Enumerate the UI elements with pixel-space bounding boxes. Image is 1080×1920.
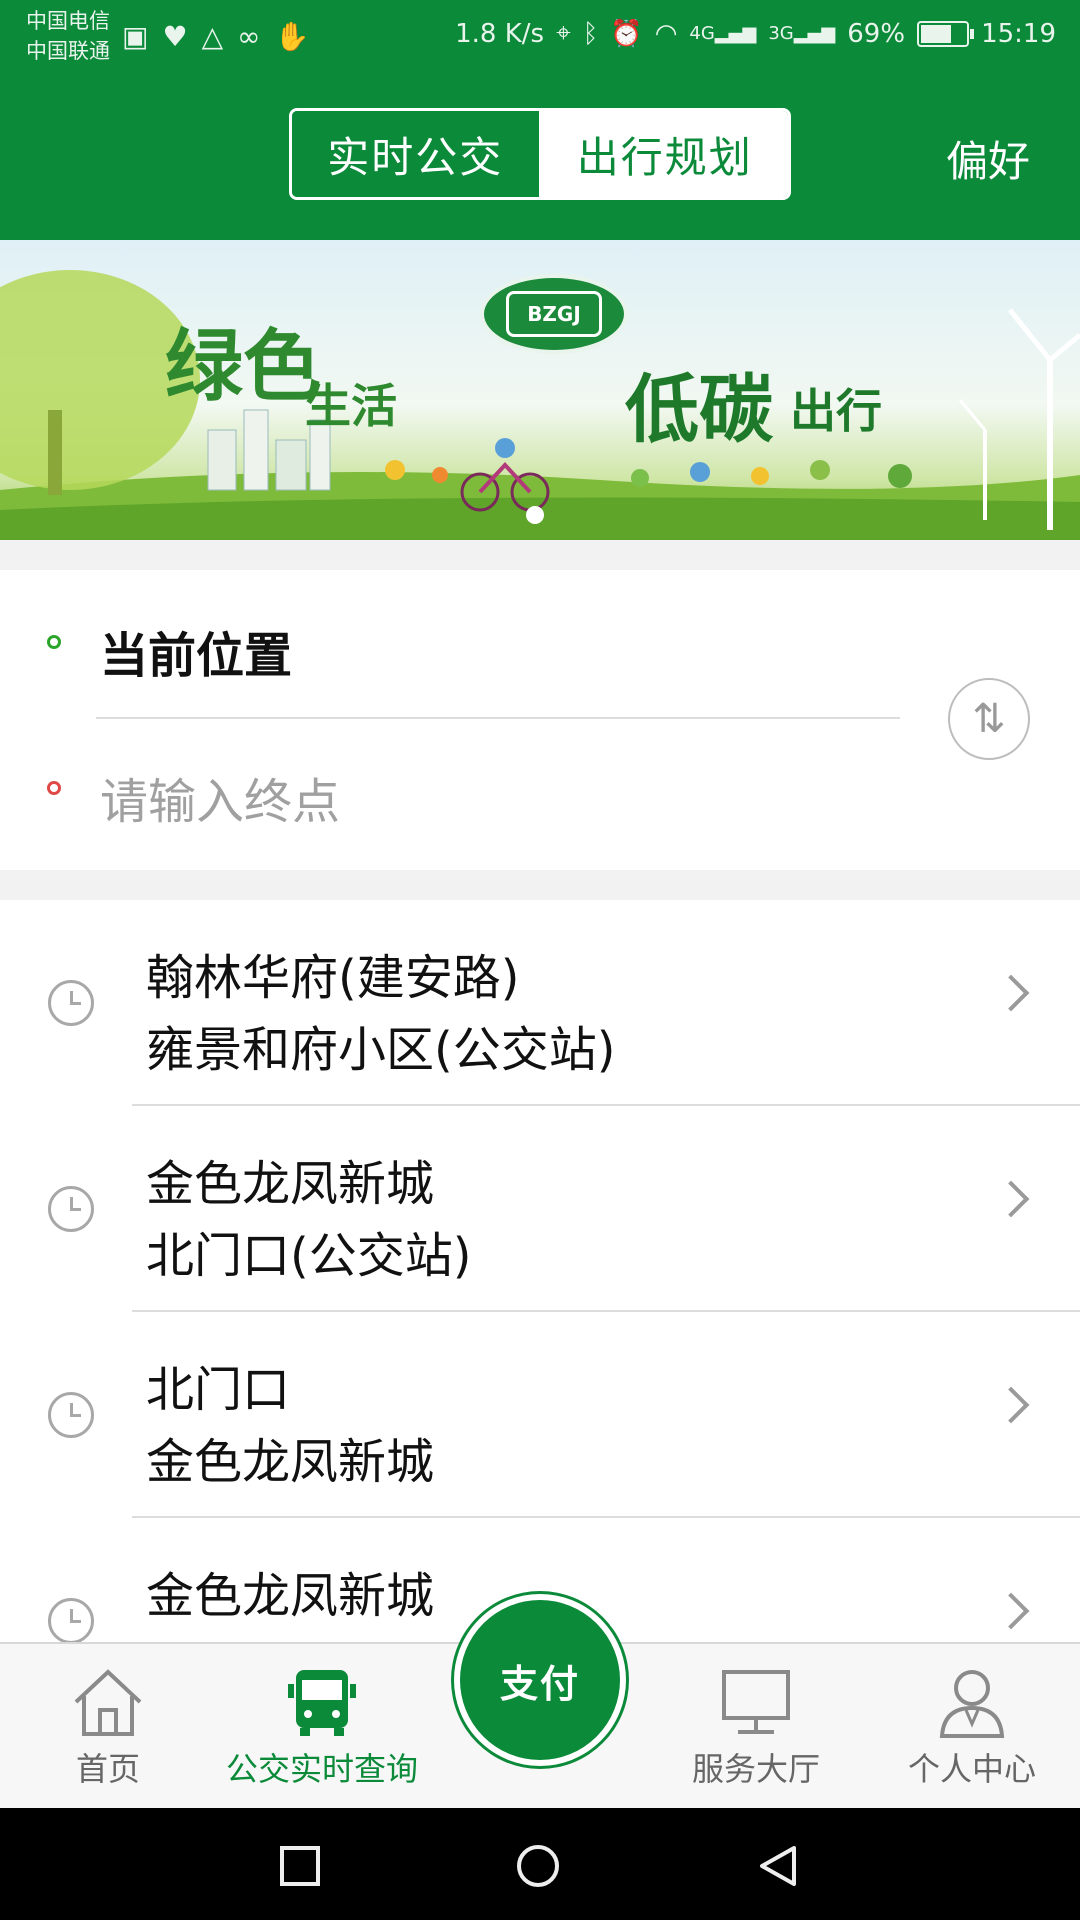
banner-title-travel: 出行 [790,384,882,438]
hand-icon: ✋ [274,20,310,53]
nav-personal-center-label: 个人中心 [907,1750,1036,1788]
nav-service-hall[interactable]: 服务大厅 [656,1644,856,1810]
history-line1: 翰林华府(建安路) [146,950,520,1006]
swap-direction-button[interactable]: ⇅ [948,678,1030,760]
nav-bus-realtime-label: 公交实时查询 [225,1750,418,1788]
clock-icon [48,980,94,1026]
nav-service-hall-label: 服务大厅 [691,1750,820,1788]
alarm-icon: ⏰ [610,18,643,49]
location-icon: ⌖ [556,18,571,48]
app-notification-icon: ▣ [122,20,149,53]
banner-title-life: 生活 [305,379,397,433]
history-line1: 金色龙凤新城 [146,1156,435,1212]
tab-realtime-bus[interactable]: 实时公交 [292,111,542,197]
network-speed: 1.8 K/s [455,18,545,49]
clock-icon [48,1186,94,1232]
chevron-right-icon [992,1592,1030,1630]
pay-button[interactable]: 支付 [454,1594,626,1766]
search-history-list: 翰林华府(建安路) 雍景和府小区(公交站) 金色龙凤新城 北门口(公交站) 北门… [0,900,1080,1642]
history-item[interactable]: 金色龙凤新城 北门口(公交站) [0,1106,1080,1312]
system-navigation-bar [0,1808,1080,1920]
input-divider [96,717,900,719]
preference-button[interactable]: 偏好 [946,128,1030,189]
history-line1: 金色龙凤新城 [146,1568,435,1624]
bluetooth-icon: ᛒ [582,18,599,49]
history-line2: 北门口 [146,1628,290,1642]
battery-icon [917,20,975,47]
status-right: 1.8 K/s ⌖ ᛒ ⏰ ◠ 4G▂▄▆ 3G▂▄▆ 69% 15:19 [455,18,1056,49]
swap-arrows-icon: ⇅ [972,696,1006,742]
history-line2: 雍景和府小区(公交站) [146,1022,616,1078]
loop-icon: ∞ [237,20,261,53]
triangle-icon: △ [201,20,224,53]
nav-home-label: 首页 [75,1750,140,1788]
origin-field[interactable]: 当前位置 [100,616,292,686]
history-line2: 北门口(公交站) [146,1228,472,1284]
heart-rate-icon: ♥ [162,20,188,53]
mode-segmented-control: 实时公交 出行规划 [289,108,791,200]
chevron-right-icon [992,974,1030,1012]
nav-home[interactable]: 首页 [8,1644,208,1810]
destination-field[interactable]: 请输入终点 [100,762,340,832]
route-input-card: 当前位置 请输入终点 ⇅ [0,570,1080,870]
wifi-icon: ◠ [654,18,678,49]
home-icon [74,1669,142,1736]
person-icon [939,1670,1005,1738]
home-circle-icon[interactable] [516,1844,560,1888]
top-header: 实时公交 出行规划 偏好 [0,76,1080,240]
notification-icons: ▣ ♥ △ ∞ ✋ [122,20,309,53]
battery-percent: 69% [847,18,906,49]
history-item[interactable]: 北门口 金色龙凤新城 [0,1312,1080,1518]
history-line2: 金色龙凤新城 [146,1434,435,1490]
history-line1: 北门口 [146,1362,291,1418]
signal-3g: 3G▂▄▆ [768,23,836,44]
destination-dot-icon [47,781,61,795]
chevron-right-icon [992,1386,1030,1424]
bus-logo-icon: BZGJ [480,274,628,354]
clock-icon [48,1392,94,1438]
origin-dot-icon [47,635,61,649]
tab-trip-planning[interactable]: 出行规划 [541,111,788,197]
nav-bus-realtime[interactable]: 公交实时查询 [222,1644,422,1810]
clock-icon [48,1598,94,1642]
bus-icon [288,1670,356,1736]
history-item[interactable]: 翰林华府(建安路) 雍景和府小区(公交站) [0,900,1080,1106]
status-bar: 中国电信 中国联通 ▣ ♥ △ ∞ ✋ 1.8 K/s ⌖ ᛒ ⏰ ◠ 4G▂▄… [0,0,1080,76]
promo-banner[interactable]: 绿色 生活 BZGJ 低碳 出行 [0,240,1080,540]
clock-time: 15:19 [981,18,1056,49]
monitor-icon [722,1670,790,1734]
nav-personal-center[interactable]: 个人中心 [872,1644,1072,1810]
banner-title-green: 绿色 [165,322,322,412]
banner-title-lowcarbon: 低碳 [625,367,773,453]
carrier-2: 中国联通 [26,39,110,63]
carrier-info: 中国电信 中国联通 [26,6,110,66]
chevron-right-icon [992,1180,1030,1218]
recent-apps-icon[interactable] [278,1844,322,1888]
back-triangle-icon[interactable] [756,1844,800,1888]
signal-4g: 4G▂▄▆ [689,23,757,44]
banner-page-indicator[interactable] [526,506,544,524]
carrier-1: 中国电信 [26,9,110,33]
